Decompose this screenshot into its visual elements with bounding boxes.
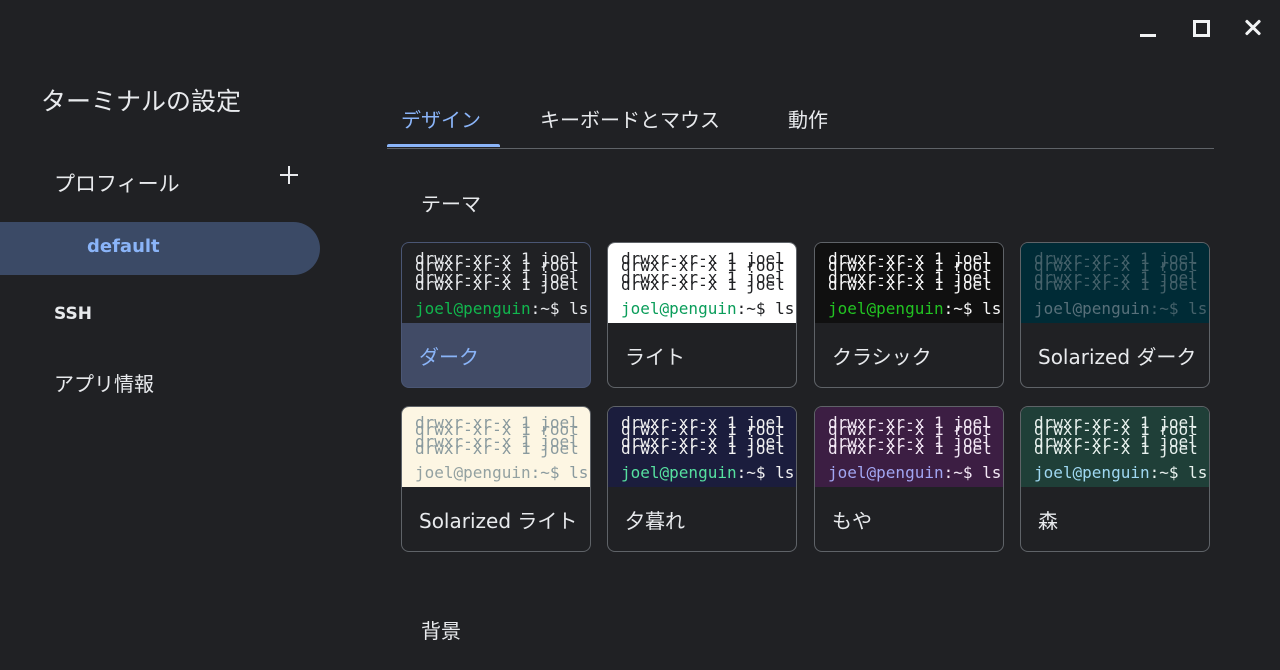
prompt-path: :~$ ls <box>943 299 1002 318</box>
theme-preview: drwxr-xr-x 1 joel drwxr-xr-x 1 root drwxr-… <box>1021 407 1209 487</box>
theme-card-forest[interactable]: drwxr-xr-x 1 joel drwxr-xr-x 1 root drwxr-… <box>1020 406 1210 552</box>
prompt-user: joel@penguin <box>415 463 531 482</box>
close-icon[interactable] <box>1239 14 1267 42</box>
theme-card-dark[interactable]: drwxr-xr-x 1 joel drwxr-xr-x 1 root drwxr-… <box>401 242 591 388</box>
theme-preview: drwxr-xr-x 1 joel drwxr-xr-x 1 root drwxr-… <box>1021 243 1209 323</box>
background-heading: 背景 <box>421 619 461 643</box>
theme-preview: drwxr-xr-x 1 joel drwxr-xr-x 1 root drwxr-… <box>402 407 590 487</box>
preview-line: drwxr-xr-x 1 joel <box>1034 439 1198 458</box>
tab-behavior[interactable]: 動作 <box>788 104 828 133</box>
sidebar-item-about[interactable]: アプリ情報 <box>54 368 154 397</box>
theme-label: 夕暮れ <box>625 509 685 533</box>
prompt-path: :~$ ls <box>736 463 795 482</box>
prompt-path: :~$ ls <box>1149 463 1208 482</box>
app-title: ターミナルの設定 <box>41 87 242 116</box>
theme-preview: drwxr-xr-x 1 joel drwxr-xr-x 1 root drwxr-… <box>402 243 590 323</box>
theme-label: 森 <box>1038 509 1058 533</box>
theme-label: ライト <box>625 345 685 369</box>
theme-label: Solarized ライト <box>419 509 578 533</box>
preview-line: drwxr-xr-x 1 joel <box>1034 275 1198 294</box>
preview-prompt: joel@penguin:~$ ls <box>621 465 794 481</box>
add-profile-icon[interactable] <box>276 162 302 188</box>
prompt-path: :~$ ls <box>1149 299 1208 318</box>
preview-line: drwxr-xr-x 1 joel <box>828 439 992 458</box>
sidebar-item-label: default <box>87 236 160 257</box>
prompt-user: joel@penguin <box>828 463 944 482</box>
active-tab-indicator <box>387 144 500 147</box>
preview-line: drwxr-xr-x 1 joel <box>621 275 785 294</box>
prompt-user: joel@penguin <box>621 463 737 482</box>
preview-prompt: joel@penguin:~$ ls <box>621 301 794 317</box>
profiles-heading: プロフィール <box>54 172 180 196</box>
theme-card-solarized-light[interactable]: drwxr-xr-x 1 joel drwxr-xr-x 1 root drwxr-… <box>401 406 591 552</box>
preview-line: drwxr-xr-x 1 joel <box>621 439 785 458</box>
theme-preview: drwxr-xr-x 1 joel drwxr-xr-x 1 root drwxr-… <box>608 407 796 487</box>
preview-line: drwxr-xr-x 1 joel <box>828 275 992 294</box>
prompt-path: :~$ ls <box>530 299 589 318</box>
preview-prompt: joel@penguin:~$ ls <box>415 465 588 481</box>
theme-card-classic[interactable]: drwxr-xr-x 1 joel drwxr-xr-x 1 root drwxr-… <box>814 242 1004 388</box>
theme-label: クラシック <box>832 345 932 369</box>
theme-card-solarized-dark[interactable]: drwxr-xr-x 1 joel drwxr-xr-x 1 root drwxr-… <box>1020 242 1210 388</box>
prompt-user: joel@penguin <box>415 299 531 318</box>
prompt-path: :~$ ls <box>736 299 795 318</box>
theme-card-haze[interactable]: drwxr-xr-x 1 joel drwxr-xr-x 1 root drwxr-… <box>814 406 1004 552</box>
theme-heading: テーマ <box>421 192 481 216</box>
prompt-path: :~$ ls <box>530 463 589 482</box>
preview-prompt: joel@penguin:~$ ls <box>1034 301 1207 317</box>
theme-card-dusk[interactable]: drwxr-xr-x 1 joel drwxr-xr-x 1 root drwxr-… <box>607 406 797 552</box>
theme-preview: drwxr-xr-x 1 joel drwxr-xr-x 1 root drwxr-… <box>815 243 1003 323</box>
prompt-user: joel@penguin <box>828 299 944 318</box>
preview-prompt: joel@penguin:~$ ls <box>415 301 588 317</box>
preview-prompt: joel@penguin:~$ ls <box>828 301 1001 317</box>
theme-card-light[interactable]: drwxr-xr-x 1 joel drwxr-xr-x 1 root drwxr-… <box>607 242 797 388</box>
prompt-user: joel@penguin <box>1034 299 1150 318</box>
minimize-icon[interactable] <box>1134 14 1162 42</box>
preview-line: drwxr-xr-x 1 joel <box>415 275 579 294</box>
tab-bar: デザイン キーボードとマウス 動作 <box>387 100 1214 149</box>
preview-line: drwxr-xr-x 1 joel <box>415 439 579 458</box>
theme-label: Solarized ダーク <box>1038 345 1197 369</box>
tab-design[interactable]: デザイン <box>401 104 481 133</box>
theme-preview: drwxr-xr-x 1 joel drwxr-xr-x 1 root drwxr-… <box>815 407 1003 487</box>
theme-label: もや <box>832 509 872 533</box>
prompt-user: joel@penguin <box>621 299 737 318</box>
prompt-path: :~$ ls <box>943 463 1002 482</box>
sidebar-item-ssh[interactable]: SSH <box>54 304 92 324</box>
maximize-icon[interactable] <box>1187 14 1215 42</box>
preview-prompt: joel@penguin:~$ ls <box>828 465 1001 481</box>
theme-preview: drwxr-xr-x 1 joel drwxr-xr-x 1 root drwxr-… <box>608 243 796 323</box>
theme-label: ダーク <box>419 345 479 369</box>
sidebar-item-default[interactable]: default <box>0 222 320 275</box>
preview-prompt: joel@penguin:~$ ls <box>1034 465 1207 481</box>
tab-keyboard-mouse[interactable]: キーボードとマウス <box>540 104 720 133</box>
prompt-user: joel@penguin <box>1034 463 1150 482</box>
